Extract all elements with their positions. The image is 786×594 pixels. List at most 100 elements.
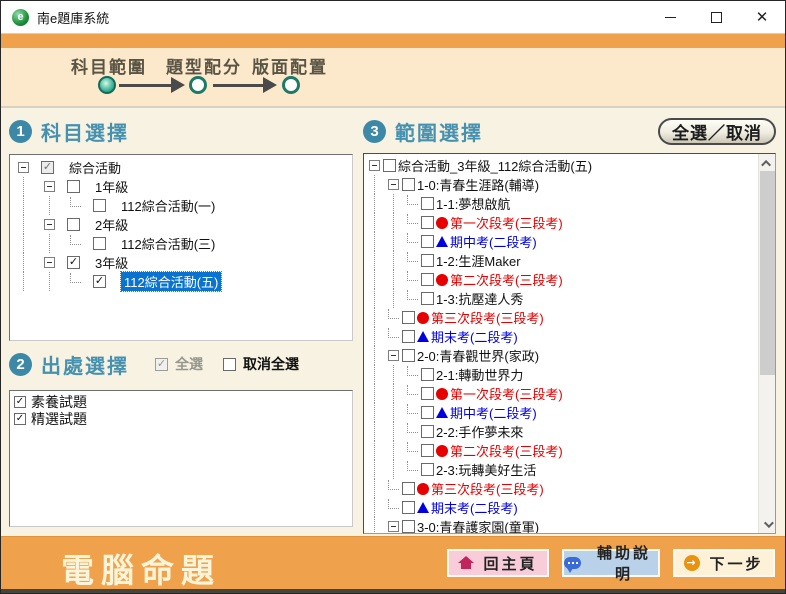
tree-node-label[interactable]: 第三次段考(三段考) — [431, 308, 544, 327]
tree-node-label[interactable]: 1-0:青春生涯路(輔導) — [417, 175, 539, 194]
tree-node-label[interactable]: 3-0:青春護家園(童軍) — [417, 517, 539, 534]
tree-node[interactable]: 期末考(二段考) — [364, 498, 758, 517]
tree-node-label[interactable]: 期中考(二段考) — [450, 232, 537, 251]
tree-node[interactable]: 3-0:青春護家園(童軍) — [364, 517, 758, 534]
tree-node-label[interactable]: 期中考(二段考) — [450, 403, 537, 422]
tree-node[interactable]: ✓ 綜合活動 — [10, 158, 352, 177]
scrollbar-up-icon[interactable] — [759, 155, 776, 171]
tree-node[interactable]: 112綜合活動(一) — [10, 196, 352, 215]
tree-node-label[interactable]: 第一次段考(三段考) — [450, 384, 563, 403]
tree-node[interactable]: 期末考(二段考) — [364, 327, 758, 346]
tree-checkbox[interactable] — [402, 178, 415, 191]
tree-node-label[interactable]: 綜合活動_3年級_112綜合活動(五) — [398, 156, 592, 175]
step-label-subject-range[interactable]: 科目範圍 — [71, 53, 147, 78]
tree-checkbox[interactable]: ✓ — [67, 256, 80, 269]
tree-checkbox[interactable]: ✓ — [41, 161, 54, 174]
tree-checkbox[interactable] — [421, 463, 434, 476]
tree-checkbox[interactable] — [421, 292, 434, 305]
tree-checkbox[interactable] — [402, 311, 415, 324]
tree-node-label[interactable]: 1-2:生涯Maker — [436, 251, 521, 270]
tree-checkbox[interactable] — [67, 180, 80, 193]
tree-node[interactable]: 2年級 — [10, 215, 352, 234]
tree-checkbox[interactable] — [421, 425, 434, 438]
tree-checkbox[interactable] — [402, 501, 415, 514]
select-toggle-button[interactable]: 全選／取消 — [658, 118, 776, 145]
tree-checkbox[interactable] — [421, 235, 434, 248]
tree-checkbox[interactable] — [421, 444, 434, 457]
tree-checkbox[interactable] — [402, 482, 415, 495]
tree-checkbox[interactable] — [93, 199, 106, 212]
tree-node[interactable]: 112綜合活動(三) — [10, 234, 352, 253]
tree-node[interactable]: 第三次段考(三段考) — [364, 479, 758, 498]
tree-node[interactable]: 2-1:轉動世界力 — [364, 365, 758, 384]
tree-node-label[interactable]: 第二次段考(三段考) — [450, 441, 563, 460]
tree-expander-icon[interactable] — [388, 179, 399, 190]
tree-node[interactable]: 期中考(二段考) — [364, 403, 758, 422]
step-label-layout-config[interactable]: 版面配置 — [252, 53, 328, 78]
tree-node[interactable]: 1-2:生涯Maker — [364, 251, 758, 270]
tree-node[interactable]: 綜合活動_3年級_112綜合活動(五) — [364, 156, 758, 175]
tree-node-label[interactable]: 1-3:抗壓達人秀 — [436, 289, 523, 308]
tree-checkbox[interactable] — [402, 349, 415, 362]
tree-node[interactable]: 1-0:青春生涯路(輔導) — [364, 175, 758, 194]
tree-checkbox[interactable] — [402, 520, 415, 533]
scrollbar-down-icon[interactable] — [759, 516, 776, 532]
tree-node[interactable]: ✓ 3年級 — [10, 253, 352, 272]
tree-checkbox[interactable] — [67, 218, 80, 231]
tree-expander-icon[interactable] — [44, 219, 55, 230]
minimize-button[interactable] — [647, 1, 693, 33]
tree-node-label[interactable]: 3年級 — [95, 253, 128, 272]
next-step-button[interactable]: → 下一步 — [673, 549, 775, 577]
tree-node-label[interactable]: 期末考(二段考) — [431, 498, 518, 517]
tree-node[interactable]: 1-3:抗壓達人秀 — [364, 289, 758, 308]
home-button[interactable]: 回主頁 — [447, 549, 549, 577]
tree-checkbox[interactable] — [421, 387, 434, 400]
tree-node[interactable]: 2-0:青春觀世界(家政) — [364, 346, 758, 365]
tree-node[interactable]: ✓112綜合活動(五) — [10, 272, 352, 291]
tree-node-label[interactable]: 期末考(二段考) — [431, 327, 518, 346]
tree-node[interactable]: 1年級 — [10, 177, 352, 196]
step-label-question-allocation[interactable]: 題型配分 — [166, 53, 242, 78]
tree-node-label[interactable]: 第二次段考(三段考) — [450, 270, 563, 289]
tree-node-label[interactable]: 112綜合活動(三) — [121, 234, 215, 253]
tree-checkbox[interactable] — [93, 237, 106, 250]
tree-expander-icon[interactable] — [18, 162, 29, 173]
tree-node-label[interactable]: 第三次段考(三段考) — [431, 479, 544, 498]
maximize-button[interactable] — [693, 1, 739, 33]
tree-node-label[interactable]: 2-1:轉動世界力 — [436, 365, 523, 384]
select-all-checkbox[interactable]: ✓ — [155, 358, 168, 371]
tree-node-label[interactable]: 1-1:夢想啟航 — [436, 194, 510, 213]
tree-checkbox[interactable] — [421, 368, 434, 381]
tree-checkbox[interactable] — [421, 197, 434, 210]
tree-checkbox[interactable] — [421, 406, 434, 419]
select-all-option[interactable]: ✓ 全選 — [155, 354, 203, 374]
step-circle-3-icon[interactable] — [282, 76, 300, 94]
step-circle-1-active-icon[interactable] — [98, 76, 116, 94]
tree-expander-icon[interactable] — [388, 350, 399, 361]
tree-checkbox[interactable] — [383, 159, 396, 172]
tree-node[interactable]: 2-2:手作夢未來 — [364, 422, 758, 441]
tree-expander-icon[interactable] — [44, 181, 55, 192]
tree-checkbox[interactable] — [402, 330, 415, 343]
tree-node-label[interactable]: 綜合活動 — [69, 158, 121, 177]
tree-expander-icon[interactable] — [388, 521, 399, 532]
list-item[interactable]: ✓精選試題 — [12, 410, 352, 427]
list-item-checkbox[interactable]: ✓ — [14, 396, 26, 408]
deselect-all-checkbox[interactable] — [223, 358, 236, 371]
tree-node-label[interactable]: 112綜合活動(五) — [121, 272, 221, 291]
deselect-all-option[interactable]: 取消全選 — [223, 354, 299, 374]
tree-node[interactable]: 期中考(二段考) — [364, 232, 758, 251]
tree-node-label[interactable]: 1年級 — [95, 177, 128, 196]
tree-node[interactable]: 第一次段考(三段考) — [364, 384, 758, 403]
list-item[interactable]: ✓素養試題 — [12, 393, 352, 410]
tree-checkbox[interactable] — [421, 273, 434, 286]
step-circle-2-icon[interactable] — [189, 76, 207, 94]
tree-checkbox[interactable] — [421, 254, 434, 267]
list-item-checkbox[interactable]: ✓ — [14, 413, 26, 425]
tree-node-label[interactable]: 2-2:手作夢未來 — [436, 422, 523, 441]
tree-expander-icon[interactable] — [369, 160, 380, 171]
tree-node[interactable]: 第三次段考(三段考) — [364, 308, 758, 327]
tree-node-label[interactable]: 第一次段考(三段考) — [450, 213, 563, 232]
close-button[interactable]: ✕ — [739, 1, 785, 33]
tree-node-label[interactable]: 2-3:玩轉美好生活 — [436, 460, 536, 479]
